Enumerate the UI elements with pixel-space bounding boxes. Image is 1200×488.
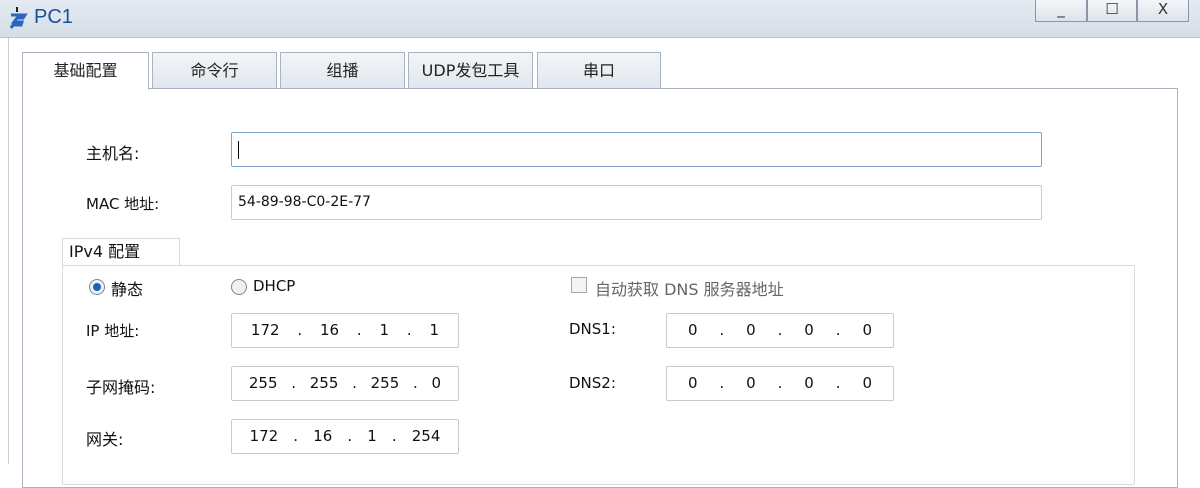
tab-basic-config[interactable]: 基础配置 <box>22 52 149 90</box>
dns1-input[interactable]: 0.0.0.0 <box>666 313 894 348</box>
dns2-label: DNS2: <box>569 374 616 392</box>
gateway-octet: 16 <box>313 427 333 445</box>
mac-label: MAC 地址: <box>86 195 160 213</box>
dns1-octet: 0 <box>862 321 873 339</box>
dns1-octet: 0 <box>687 321 698 339</box>
ip-octet: 1 <box>429 321 440 339</box>
pc-app-icon <box>9 7 28 29</box>
mac-input[interactable]: 54-89-98-C0-2E-77 <box>231 185 1042 220</box>
mask-octet: 0 <box>431 374 442 392</box>
tab-command-line[interactable]: 命令行 <box>152 52 277 89</box>
gateway-octet: 1 <box>367 427 377 445</box>
dhcp-radio[interactable] <box>231 279 247 295</box>
dns1-octet: 0 <box>746 321 756 339</box>
ip-octet: 1 <box>379 321 390 339</box>
dns2-input[interactable]: 0.0.0.0 <box>666 366 894 401</box>
close-button[interactable]: X <box>1137 0 1189 22</box>
ip-label: IP 地址: <box>86 322 140 340</box>
dns2-octet: 0 <box>804 374 814 392</box>
static-label: 静态 <box>111 280 144 299</box>
mask-octet: 255 <box>309 374 339 392</box>
dns2-octet: 0 <box>862 374 873 392</box>
dns2-octet: 0 <box>746 374 756 392</box>
ip-octet: 172 <box>250 321 280 339</box>
tab-serial[interactable]: 串口 <box>537 52 661 89</box>
maximize-button[interactable]: ☐ <box>1087 0 1137 22</box>
gateway-input[interactable]: 172. 16. 1. 254 <box>231 419 459 454</box>
auto-dns-checkbox[interactable] <box>571 277 587 293</box>
text-caret <box>238 141 239 159</box>
gateway-label: 网关: <box>86 430 124 449</box>
tab-multicast[interactable]: 组播 <box>280 52 405 89</box>
window-title: PC1 <box>34 6 73 28</box>
hostname-label: 主机名: <box>86 144 140 163</box>
tab-udp-tool[interactable]: UDP发包工具 <box>408 52 533 89</box>
gateway-octet: 254 <box>411 427 441 445</box>
mask-label: 子网掩码: <box>86 378 156 397</box>
static-radio[interactable] <box>89 279 105 295</box>
subnet-mask-input[interactable]: 255. 255. 255. 0 <box>231 366 459 401</box>
ipv4-group-tab: IPv4 配置 <box>62 238 180 266</box>
dns2-octet: 0 <box>687 374 698 392</box>
auto-dns-label: 自动获取 DNS 服务器地址 <box>595 280 784 299</box>
mask-octet: 255 <box>248 374 278 392</box>
ip-octet: 16 <box>319 321 340 339</box>
dhcp-label: DHCP <box>253 277 296 295</box>
dns1-label: DNS1: <box>569 320 616 338</box>
title-bar: PC1 _ ☐ X <box>0 0 1200 38</box>
gateway-octet: 172 <box>249 427 279 445</box>
hostname-input[interactable] <box>231 132 1042 167</box>
minimize-button[interactable]: _ <box>1035 0 1087 22</box>
mask-octet: 255 <box>370 374 400 392</box>
dns1-octet: 0 <box>804 321 814 339</box>
ip-address-input[interactable]: 172. 16. 1. 1 <box>231 313 459 348</box>
